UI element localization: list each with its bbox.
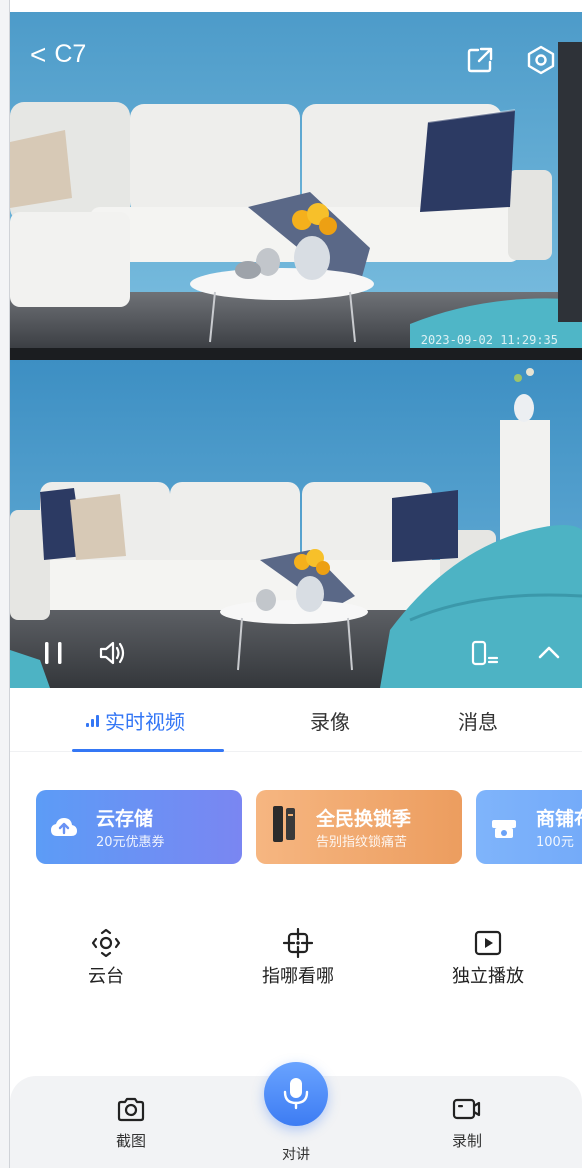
left-edge	[0, 0, 10, 1168]
promo-lock-subtitle: 告别指纹锁痛苦	[316, 835, 408, 850]
device-name: C7	[54, 40, 87, 68]
video-record-icon	[452, 1098, 481, 1120]
promo-shop-subtitle: 100元	[536, 835, 574, 850]
cloud-upload-icon	[51, 818, 77, 836]
promo-carousel[interactable]: 云存储 20元优惠券 全民换锁季 告别指纹锁痛苦 商铺布 100元	[36, 790, 582, 864]
external-link-icon[interactable]	[466, 46, 494, 74]
chevron-up-icon[interactable]	[534, 638, 564, 668]
promo-shop[interactable]: 商铺布 100元	[476, 790, 582, 864]
tab-live-video-label: 实时视频	[105, 710, 185, 734]
living-room-scene	[10, 12, 582, 348]
switch-camera-icon[interactable]	[470, 638, 500, 668]
ptz-control-button[interactable]: 云台	[36, 928, 176, 988]
signal-bars-icon	[86, 714, 99, 727]
promo-cloud-title: 云存储	[96, 808, 154, 830]
promo-cloud-storage[interactable]: 云存储 20元优惠券	[36, 790, 242, 864]
promo-lock-campaign[interactable]: 全民换锁季 告别指纹锁痛苦	[256, 790, 462, 864]
ptz-control-icon	[91, 928, 121, 958]
feed-timestamp: 2023-09-02 11:29:35	[420, 333, 558, 347]
independent-play-label: 独立播放	[452, 966, 524, 987]
camera-feed-main[interactable]	[10, 12, 582, 348]
microphone-icon	[283, 1078, 309, 1110]
volume-icon[interactable]	[98, 638, 128, 668]
record-button[interactable]: 录制	[422, 1094, 512, 1151]
camera-icon	[117, 1097, 145, 1122]
active-tab-indicator	[72, 749, 224, 752]
ptz-control-label: 云台	[88, 966, 124, 987]
promo-cloud-subtitle: 20元优惠券	[96, 835, 165, 850]
chevron-left-icon: <	[30, 38, 47, 70]
crosshair-icon	[283, 928, 313, 958]
view-tabs: 实时视频 录像 消息	[10, 688, 582, 752]
tab-messages[interactable]: 消息	[458, 706, 498, 735]
talk-label: 对讲	[282, 1147, 310, 1163]
talk-button[interactable]	[264, 1062, 328, 1126]
point-to-view-button[interactable]: 指哪看哪	[228, 928, 368, 988]
record-label: 录制	[451, 1132, 482, 1150]
promo-lock-title: 全民换锁季	[316, 808, 412, 830]
promo-shop-title: 商铺布	[536, 808, 582, 830]
tab-live-video[interactable]: 实时视频	[86, 706, 185, 735]
play-square-icon	[474, 930, 502, 956]
camera-box-icon	[492, 820, 516, 838]
point-to-view-label: 指哪看哪	[262, 966, 334, 987]
screenshot-button[interactable]: 截图	[86, 1094, 176, 1151]
tab-recordings[interactable]: 录像	[310, 706, 350, 735]
smart-lock-icon	[273, 806, 295, 842]
feed-divider	[10, 348, 582, 360]
back-button[interactable]: < C7	[30, 40, 86, 69]
settings-hexagon-icon[interactable]	[526, 45, 556, 75]
independent-play-button[interactable]: 独立播放	[418, 928, 558, 988]
pause-icon[interactable]	[40, 638, 70, 668]
screenshot-label: 截图	[115, 1132, 146, 1150]
